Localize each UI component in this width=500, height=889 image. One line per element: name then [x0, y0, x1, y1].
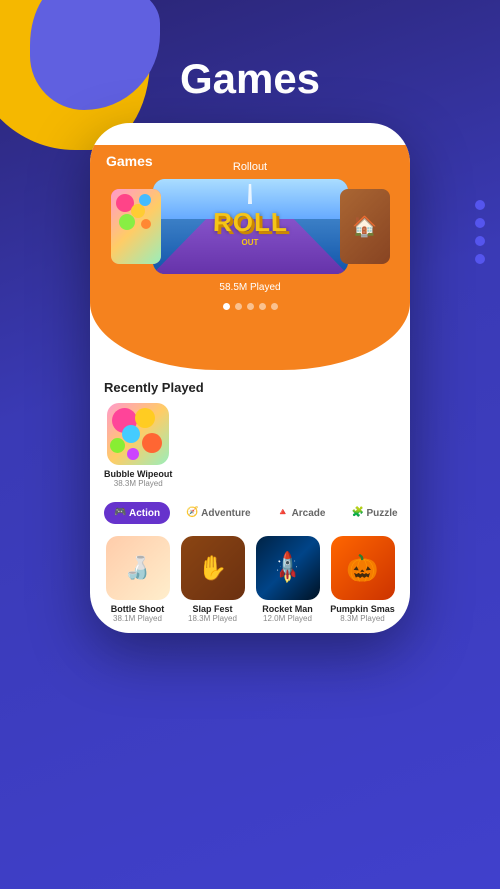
carousel-dot-1[interactable] [223, 303, 230, 310]
phone-notch [200, 123, 300, 145]
carousel-side-right[interactable]: 🏠 [340, 189, 390, 264]
adventure-icon: 🧭 [186, 507, 198, 519]
rocket-icon: 🚀 [269, 549, 307, 587]
carousel-dot-4[interactable] [259, 303, 266, 310]
carousel-main-card[interactable]: ROLL OUT [153, 179, 348, 274]
featured-game-title: ROLL [212, 207, 288, 238]
tab-puzzle-label: Puzzle [366, 508, 397, 519]
carousel-dot-2[interactable] [235, 303, 242, 310]
bubble-wipeout-name: Bubble Wipeout [104, 469, 172, 479]
recent-game-bubble-wipeout[interactable]: Bubble Wipeout 38.3M Played [104, 403, 172, 488]
carousel-dot-3[interactable] [247, 303, 254, 310]
carousel-game-label: Rollout [233, 161, 267, 173]
carousel-side-left[interactable] [111, 189, 161, 264]
bubble-wipeout-plays: 38.3M Played [114, 479, 163, 488]
featured-game-subtitle: OUT [242, 238, 259, 247]
recently-played-title: Recently Played [104, 380, 396, 395]
game-grid: 🍶 Bottle Shoot 38.1M Played ✋ Slap Fest … [104, 536, 396, 623]
puzzle-icon: 🧩 [351, 507, 363, 519]
game-card-pumpkin-smash[interactable]: 🎃 Pumpkin Smas 8.3M Played [329, 536, 396, 623]
rocket-man-name: Rocket Man [262, 604, 313, 614]
game-card-rocket-man[interactable]: 🚀 Rocket Man 12.0M Played [254, 536, 321, 623]
pumpkin-icon: 🎃 [346, 553, 378, 584]
pumpkin-smash-plays: 8.3M Played [340, 614, 384, 623]
pumpkin-smash-name: Pumpkin Smas [330, 604, 395, 614]
slap-fest-thumbnail: ✋ [181, 536, 245, 600]
slap-fest-plays: 18.3M Played [188, 614, 237, 623]
bottle-icon: 🍶 [124, 555, 151, 581]
phone-body: Recently Played Bubble Wipeout 38.3M Pla… [90, 380, 410, 623]
hand-icon: ✋ [198, 554, 228, 583]
bottle-shoot-name: Bottle Shoot [111, 604, 165, 614]
pumpkin-smash-thumbnail: 🎃 [331, 536, 395, 600]
rocket-man-thumbnail: 🚀 [256, 536, 320, 600]
recently-played-list: Bubble Wipeout 38.3M Played [104, 403, 396, 488]
featured-plays: 58.5M Played [106, 282, 394, 293]
bubble-wipeout-thumbnail [107, 403, 169, 465]
featured-carousel: Rollout ROLL [106, 179, 394, 274]
bottle-shoot-plays: 38.1M Played [113, 614, 162, 623]
arcade-icon: 🔺 [277, 507, 289, 519]
slap-fest-name: Slap Fest [192, 604, 232, 614]
tab-arcade[interactable]: 🔺 Arcade [267, 502, 336, 524]
phone-mockup: Games Rollout [90, 123, 410, 633]
tab-action-label: Action [129, 508, 160, 519]
category-tabs: 🎮 Action 🧭 Adventure 🔺 Arcade 🧩 Puzzle [104, 502, 396, 524]
page-title: Games [0, 0, 500, 103]
tab-adventure-label: Adventure [201, 508, 250, 519]
tab-adventure[interactable]: 🧭 Adventure [176, 502, 260, 524]
carousel-dots [106, 303, 394, 310]
game-card-bottle-shoot[interactable]: 🍶 Bottle Shoot 38.1M Played [104, 536, 171, 623]
tab-action[interactable]: 🎮 Action [104, 502, 170, 524]
action-icon: 🎮 [114, 507, 126, 519]
rocket-man-plays: 12.0M Played [263, 614, 312, 623]
tab-puzzle[interactable]: 🧩 Puzzle [341, 502, 407, 524]
carousel-dot-5[interactable] [271, 303, 278, 310]
phone-header: Games Rollout [90, 145, 410, 370]
tab-arcade-label: Arcade [292, 508, 326, 519]
bottle-shoot-thumbnail: 🍶 [106, 536, 170, 600]
game-card-slap-fest[interactable]: ✋ Slap Fest 18.3M Played [179, 536, 246, 623]
dots-decoration [475, 200, 485, 264]
